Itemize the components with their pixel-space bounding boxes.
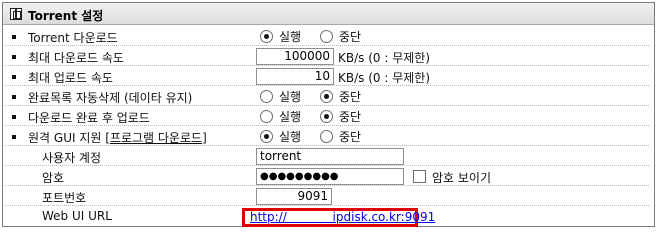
- bullet: [12, 35, 16, 39]
- show-password-label: 암호 보이기: [432, 171, 492, 185]
- password-label: 암호: [42, 171, 65, 185]
- upload-after-download-label: 다운로드 완료 후 업로드: [28, 111, 150, 125]
- webui-url-link[interactable]: http:// ipdisk.co.kr:9091: [250, 210, 435, 224]
- max-upload-speed-label: 최대 업로드 속도: [28, 71, 113, 85]
- bullet: [12, 95, 16, 99]
- radio-stop-label: 중단: [339, 130, 362, 144]
- max-download-speed-label: 최대 다운로드 속도: [28, 51, 124, 65]
- row-port: 포트번호 9091: [4, 187, 649, 206]
- row-upload-after-download: 다운로드 완료 후 업로드 실행 중단: [4, 107, 649, 126]
- upload-speed-unit: KB/s (0 : 무제한): [338, 71, 431, 85]
- settings-grid-icon: [10, 8, 22, 20]
- panel-header: Torrent 설정: [3, 3, 654, 25]
- row-auto-delete-completed: 완료목록 자동삭제 (데이타 유지) 실행 중단: [4, 87, 649, 106]
- bullet: [12, 75, 16, 79]
- row-remote-gui: 원격 GUI 지원 [프로그램 다운로드] 실행 중단: [4, 127, 649, 146]
- radio-stop-label: 중단: [339, 90, 362, 104]
- remote-gui-label-suffix: ]: [202, 131, 207, 145]
- port-input[interactable]: 9091: [256, 188, 332, 205]
- row-user-account: 사용자 계정 torrent: [4, 147, 649, 166]
- upload-after-stop-option[interactable]: 중단: [320, 108, 361, 125]
- port-label: 포트번호: [42, 191, 87, 205]
- password-input[interactable]: ●●●●●●●●●: [256, 168, 404, 185]
- row-password: 암호 ●●●●●●●●● 암호 보이기: [4, 167, 649, 186]
- auto-delete-label: 완료목록 자동삭제 (데이타 유지): [28, 91, 193, 105]
- remote-gui-run-option[interactable]: 실행: [260, 128, 301, 145]
- radio-run[interactable]: [260, 30, 273, 43]
- radio-run-label: 실행: [279, 90, 302, 104]
- max-download-speed-input[interactable]: 100000: [256, 48, 334, 65]
- radio-run-label: 실행: [279, 30, 302, 44]
- torrent-download-run-option[interactable]: 실행: [260, 28, 301, 45]
- radio-run[interactable]: [260, 110, 273, 123]
- auto-delete-stop-option[interactable]: 중단: [320, 88, 361, 105]
- radio-stop[interactable]: [320, 30, 333, 43]
- show-password-checkbox[interactable]: [413, 170, 426, 183]
- row-max-download-speed: 최대 다운로드 속도 100000 KB/s (0 : 무제한): [4, 47, 649, 66]
- upload-after-run-option[interactable]: 실행: [260, 108, 301, 125]
- bullet: [12, 115, 16, 119]
- max-upload-speed-input[interactable]: 10: [256, 68, 334, 85]
- download-speed-unit: KB/s (0 : 무제한): [338, 51, 431, 65]
- row-max-upload-speed: 최대 업로드 속도 10 KB/s (0 : 무제한): [4, 67, 649, 86]
- panel-title: Torrent 설정: [28, 9, 104, 23]
- radio-run-label: 실행: [279, 110, 302, 124]
- user-account-input[interactable]: torrent: [256, 148, 404, 165]
- radio-stop-label: 중단: [339, 110, 362, 124]
- radio-run[interactable]: [260, 130, 273, 143]
- radio-run-label: 실행: [279, 130, 302, 144]
- torrent-download-stop-option[interactable]: 중단: [320, 28, 361, 45]
- remote-gui-label: 원격 GUI 지원 [프로그램 다운로드]: [28, 129, 207, 146]
- radio-stop[interactable]: [320, 110, 333, 123]
- user-account-label: 사용자 계정: [42, 151, 102, 165]
- program-download-link[interactable]: 프로그램 다운로드: [110, 131, 202, 145]
- radio-stop[interactable]: [320, 130, 333, 143]
- remote-gui-stop-option[interactable]: 중단: [320, 128, 361, 145]
- radio-stop[interactable]: [320, 90, 333, 103]
- webui-url-label: Web UI URL: [42, 209, 112, 223]
- auto-delete-run-option[interactable]: 실행: [260, 88, 301, 105]
- remote-gui-label-text: 원격 GUI 지원 [: [28, 131, 110, 145]
- radio-stop-label: 중단: [339, 30, 362, 44]
- row-torrent-download: Torrent 다운로드 실행 중단: [4, 27, 649, 46]
- bullet: [12, 135, 16, 139]
- radio-run[interactable]: [260, 90, 273, 103]
- torrent-download-label: Torrent 다운로드: [28, 31, 118, 45]
- bullet: [12, 55, 16, 59]
